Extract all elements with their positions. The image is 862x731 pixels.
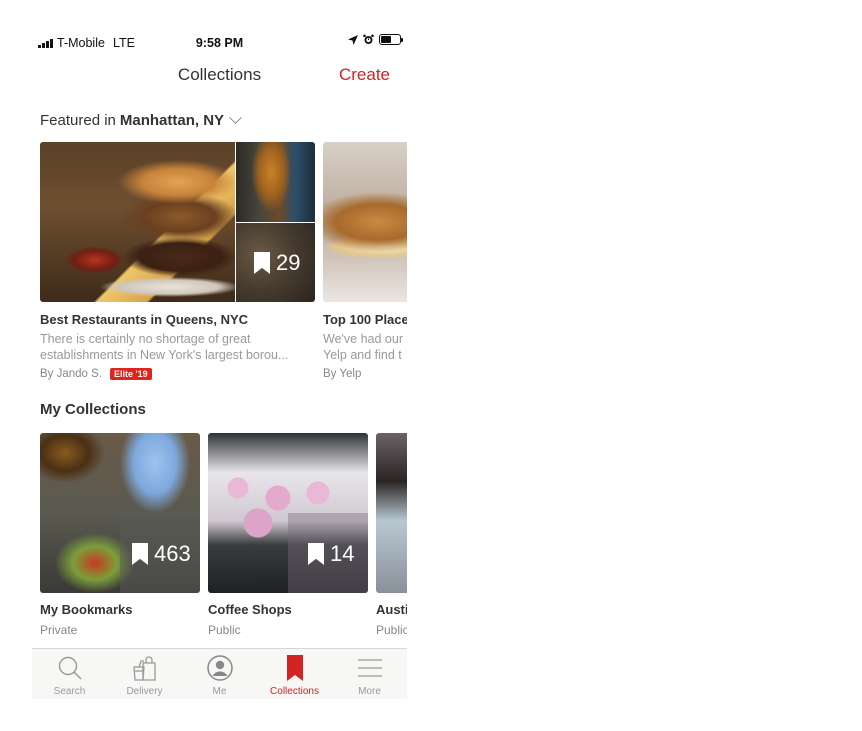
description-line: There is certainly no shortage of great [40, 332, 251, 346]
collection-card-title: Coffee Shops [208, 602, 292, 617]
tab-label: Delivery [126, 686, 163, 697]
bookmark-count: 14 [308, 541, 354, 567]
bookmark-count-value: 463 [154, 541, 191, 566]
collection-card[interactable]: Austin Public [376, 433, 407, 637]
bookmark-icon [132, 543, 148, 565]
tab-label: More [358, 686, 381, 697]
collection-card-visibility: Public [376, 623, 407, 637]
collection-card-image: 14 [208, 433, 368, 593]
author-name: By Jando S. [40, 368, 103, 380]
battery-icon [379, 34, 403, 45]
tab-label: Collections [270, 686, 319, 697]
description-line: establishments in New York's largest bor… [40, 347, 289, 362]
menu-icon [356, 654, 384, 682]
austin-photo [376, 433, 407, 593]
nav-bar: Collections Create [32, 60, 407, 90]
description-line: Yelp and find t [323, 347, 402, 362]
alarm-icon [363, 34, 374, 44]
restaurant-photo [236, 142, 315, 222]
featured-card-image [323, 142, 407, 302]
collection-card-image: 463 [40, 433, 200, 593]
chevron-down-icon [229, 111, 242, 125]
tab-label: Search [53, 686, 86, 697]
tab-me[interactable]: Me [182, 649, 257, 699]
location-selector[interactable]: Featured in Manhattan, NY [40, 111, 242, 129]
location-arrow-icon [348, 34, 358, 45]
battery-level [381, 36, 391, 43]
sandwich-photo [323, 142, 407, 302]
featured-carousel[interactable]: 29 Best Restaurants in Queens, NYC There… [40, 142, 407, 382]
phone-screen: T-Mobile LTE 9:58 PM Collections Create … [32, 26, 407, 699]
tab-label: Me [212, 686, 227, 697]
tab-more[interactable]: More [332, 649, 407, 699]
bookmark-count-value: 14 [330, 541, 355, 566]
description-line: We've had our [323, 332, 403, 346]
author-name: By Yelp [323, 368, 362, 380]
collection-card[interactable]: 14 Coffee Shops Public [208, 433, 368, 637]
tab-search[interactable]: Search [32, 649, 107, 699]
featured-card-author: By Yelp [323, 368, 407, 380]
featured-card[interactable]: 29 Best Restaurants in Queens, NYC There… [40, 142, 315, 380]
featured-card-description: We've had our Yelp and find t [323, 332, 407, 363]
bookmark-count-value: 29 [276, 250, 301, 275]
featured-card-image: 29 [40, 142, 315, 302]
bookmark-icon [254, 252, 270, 274]
search-icon [56, 654, 84, 682]
tab-collections[interactable]: Collections [257, 649, 332, 699]
tab-bar: Search Delivery Me Collections More [32, 648, 407, 699]
featured-card-title: Best Restaurants in Queens, NYC [40, 312, 249, 327]
featured-location: Manhattan, NY [119, 112, 225, 129]
collection-card-visibility: Private [40, 623, 78, 637]
status-right [348, 34, 403, 45]
bookmark-icon [308, 543, 324, 565]
profile-icon [206, 654, 234, 682]
collection-card-visibility: Public [208, 623, 241, 637]
collection-card-image [376, 433, 407, 593]
collection-card-title: My Bookmarks [40, 602, 133, 617]
my-collections-header: My Collections [40, 401, 146, 418]
tab-delivery[interactable]: Delivery [107, 649, 182, 699]
burger-photo [40, 142, 235, 302]
featured-card[interactable]: Top 100 Places We've had our Yelp and fi… [323, 142, 407, 380]
collection-card[interactable]: 463 My Bookmarks Private [40, 433, 200, 637]
featured-card-title: Top 100 Places [323, 312, 407, 327]
delivery-bag-icon [131, 654, 159, 682]
status-bar: T-Mobile LTE 9:58 PM [32, 26, 407, 58]
my-collections-carousel[interactable]: 463 My Bookmarks Private 14 Coffee Shops… [40, 433, 407, 643]
create-button[interactable]: Create [339, 65, 390, 85]
featured-card-author: By Jando S. Elite '19 [40, 368, 315, 380]
bookmark-icon [281, 654, 309, 682]
featured-prefix: Featured in [40, 112, 116, 129]
bookmark-count: 29 [254, 250, 300, 276]
elite-badge: Elite '19 [110, 368, 152, 380]
bookmark-count: 463 [132, 541, 191, 567]
featured-card-description: There is certainly no shortage of great … [40, 332, 315, 363]
collection-card-title: Austin [376, 602, 407, 617]
